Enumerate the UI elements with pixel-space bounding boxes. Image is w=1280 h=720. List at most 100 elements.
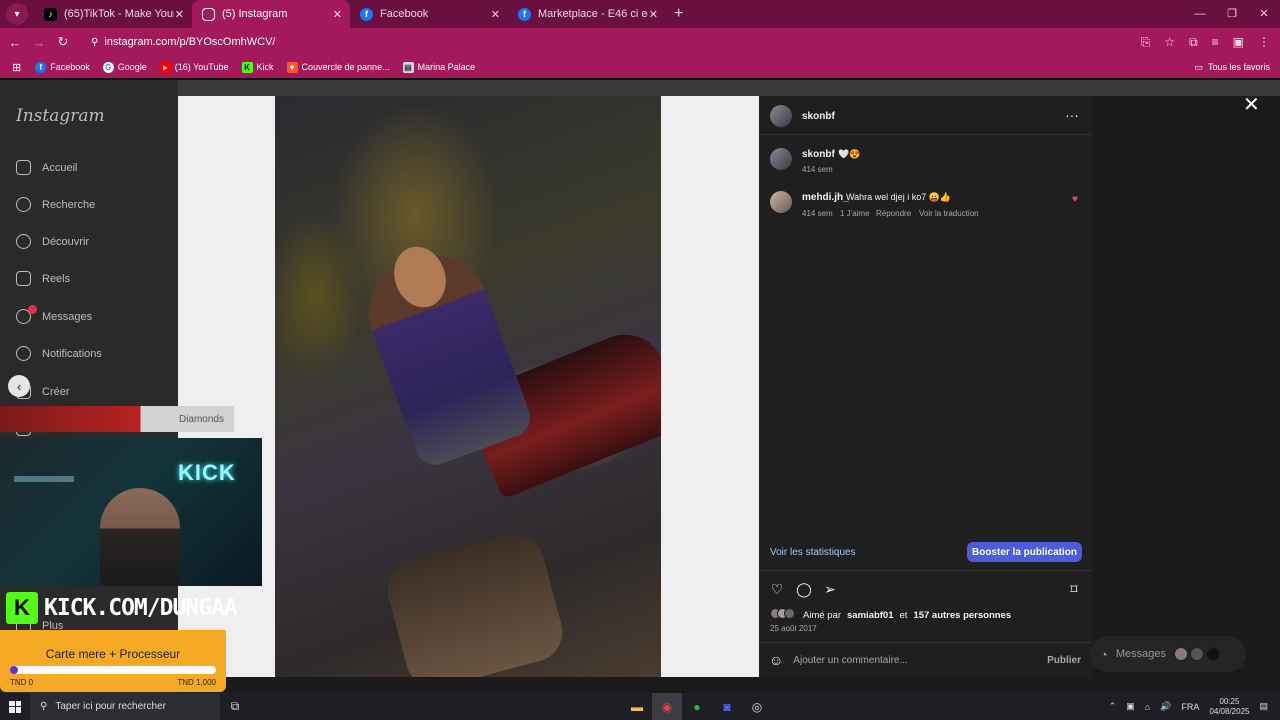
- forward-button[interactable]: →: [27, 35, 51, 50]
- network-icon[interactable]: ⌂: [1145, 702, 1150, 712]
- sidebar-item-search[interactable]: Recherche: [16, 197, 95, 212]
- reply-link[interactable]: Répondre: [876, 209, 911, 218]
- system-tray: ⌃ ▣ ⌂ 🔊 FRA 00:25 04/08/2025 ▤: [1109, 693, 1280, 720]
- bookmark-youtube[interactable]: ▸ (16) YouTube: [159, 61, 229, 73]
- bookmark-google[interactable]: G Google: [102, 61, 147, 73]
- messages-label: Messages: [1115, 648, 1166, 660]
- more-options-icon[interactable]: ···: [1065, 107, 1079, 123]
- spotify-icon[interactable]: ●: [682, 693, 712, 720]
- kick-neon-sign: KICK: [178, 460, 236, 485]
- view-insights-link[interactable]: Voir les statistiques: [770, 547, 856, 558]
- facebook-icon: f: [360, 7, 373, 21]
- bookmark-kick[interactable]: K Kick: [241, 61, 274, 73]
- bookmark-facebook[interactable]: f Facebook: [35, 61, 90, 73]
- restore-button[interactable]: ❐: [1216, 0, 1248, 28]
- likes-summary: Aimé par samiabf01 et 157 autres personn…: [770, 608, 1011, 622]
- light-bar: [14, 476, 74, 482]
- tab-tiktok[interactable]: ♪ (65)TikTok - Make Your Day ✕: [34, 0, 192, 28]
- clock-date: 04/08/2025: [1209, 706, 1250, 716]
- post-date[interactable]: 25 août 2017: [770, 624, 817, 633]
- bookmark-label: Couvercle de panne...: [301, 62, 390, 72]
- chevron-up-icon[interactable]: ⌃: [1109, 701, 1117, 712]
- caption-time[interactable]: 414 sem: [802, 165, 833, 174]
- close-icon[interactable]: ✕: [491, 8, 500, 21]
- likes-others-link[interactable]: 157 autres personnes: [913, 610, 1011, 621]
- back-button[interactable]: ←: [3, 35, 27, 50]
- messenger-icon: [16, 305, 37, 324]
- post-media: [178, 96, 759, 677]
- obs-icon[interactable]: ◎: [742, 693, 772, 720]
- publish-button[interactable]: Publier: [1047, 655, 1081, 666]
- media-icon[interactable]: ≡: [1212, 35, 1219, 49]
- comment-likes[interactable]: 1 J'aime: [840, 209, 870, 218]
- liker-username[interactable]: samiabf01: [847, 610, 893, 621]
- camera-icon[interactable]: ▣: [1126, 701, 1135, 712]
- file-explorer-icon[interactable]: ▬: [622, 693, 652, 720]
- post-username[interactable]: skonbf: [802, 111, 835, 122]
- volume-icon[interactable]: 🔊: [1160, 701, 1171, 712]
- apps-grid-icon[interactable]: ⊞: [12, 61, 21, 74]
- bookmark-icon[interactable]: ⌑: [1066, 581, 1082, 597]
- discord-icon[interactable]: ◙: [712, 693, 742, 720]
- extensions-icon[interactable]: ⧉: [1189, 35, 1198, 50]
- avatar[interactable]: [770, 148, 792, 170]
- sidebar-item-reels[interactable]: Reels: [16, 271, 70, 286]
- like-heart-icon[interactable]: ♡: [769, 581, 785, 597]
- reload-button[interactable]: ↻: [51, 34, 75, 50]
- emoji-icon[interactable]: ☺: [769, 652, 783, 668]
- chrome-icon[interactable]: ◉: [652, 693, 682, 720]
- close-modal-icon[interactable]: ✕: [1243, 92, 1260, 117]
- bookmark-star-icon[interactable]: ☆: [1164, 35, 1175, 49]
- bookmark-label: Facebook: [50, 62, 90, 72]
- sidebar-item-notifications[interactable]: Notifications: [16, 346, 102, 361]
- instagram-logo[interactable]: Instagram: [16, 106, 105, 126]
- start-button[interactable]: [0, 693, 30, 720]
- language-indicator[interactable]: FRA: [1181, 702, 1199, 712]
- sidebar-item-explore[interactable]: Découvrir: [16, 234, 89, 249]
- comment-icon[interactable]: ◯: [796, 581, 812, 597]
- tab-instagram[interactable]: (5) Instagram ✕: [192, 0, 350, 28]
- tab-marketplace[interactable]: f Marketplace - E46 ci e46 coupe ✕: [508, 0, 666, 28]
- share-icon[interactable]: ➢: [822, 581, 838, 597]
- post-photo[interactable]: [275, 96, 661, 677]
- comment-time[interactable]: 414 sem: [802, 209, 833, 218]
- home-icon: [16, 160, 31, 175]
- divider: [759, 570, 1092, 571]
- menu-kebab-icon[interactable]: ⋮: [1258, 35, 1270, 49]
- tab-search-button[interactable]: ▾: [6, 3, 28, 25]
- all-bookmarks[interactable]: ▭ Tous les favoris: [1194, 62, 1270, 73]
- close-icon[interactable]: ✕: [649, 8, 658, 21]
- boost-post-button[interactable]: Booster la publication: [967, 542, 1082, 562]
- clock[interactable]: 00:25 04/08/2025: [1209, 697, 1249, 717]
- new-tab-button[interactable]: +: [674, 5, 683, 23]
- tab-facebook[interactable]: f Facebook ✕: [350, 0, 508, 28]
- avatar[interactable]: [770, 105, 792, 127]
- sidebar-item-home[interactable]: Accueil: [16, 160, 77, 175]
- site-info-icon[interactable]: ⚲: [91, 37, 98, 48]
- bookmark-couvercle[interactable]: ♥ Couvercle de panne...: [286, 61, 390, 73]
- close-window-button[interactable]: ✕: [1248, 0, 1280, 28]
- sidebar-item-messages[interactable]: Messages: [16, 305, 92, 324]
- caption-username[interactable]: skonbf: [802, 149, 835, 160]
- minimize-button[interactable]: —: [1184, 0, 1216, 28]
- url-field[interactable]: ⚲ instagram.com/p/BYOscOmhWCV/: [91, 36, 275, 48]
- previous-post-button[interactable]: ‹: [8, 375, 30, 397]
- divider: [759, 134, 1092, 135]
- heart-icon[interactable]: ♥: [1072, 194, 1078, 205]
- notifications-icon[interactable]: ▤: [1259, 701, 1268, 712]
- translate-link[interactable]: Voir la traduction: [919, 209, 979, 218]
- avatar[interactable]: [770, 191, 792, 213]
- close-icon[interactable]: ✕: [175, 8, 184, 21]
- task-view-icon[interactable]: ⧉: [220, 693, 250, 720]
- bookmarks-bar: ⊞ f Facebook G Google ▸ (16) YouTube K Kick …: [0, 56, 1280, 78]
- comment-input[interactable]: Ajouter un commentaire...: [793, 655, 908, 666]
- windows-icon: [9, 700, 21, 713]
- profile-icon[interactable]: ▣: [1233, 35, 1244, 49]
- close-icon[interactable]: ✕: [333, 8, 342, 21]
- post-details-panel: skonbf ··· skonbf 🤍😍 414 sem mehdi.jh_ W…: [759, 96, 1092, 677]
- install-app-icon[interactable]: ⎘: [1141, 35, 1151, 50]
- bookmark-marina[interactable]: ▤ Marina Palace: [402, 61, 475, 73]
- messages-floating-bar[interactable]: ◔ Messages: [1090, 636, 1246, 672]
- taskbar-search[interactable]: ⚲ Taper ici pour rechercher: [30, 693, 220, 720]
- comment-username[interactable]: mehdi.jh_: [802, 192, 849, 203]
